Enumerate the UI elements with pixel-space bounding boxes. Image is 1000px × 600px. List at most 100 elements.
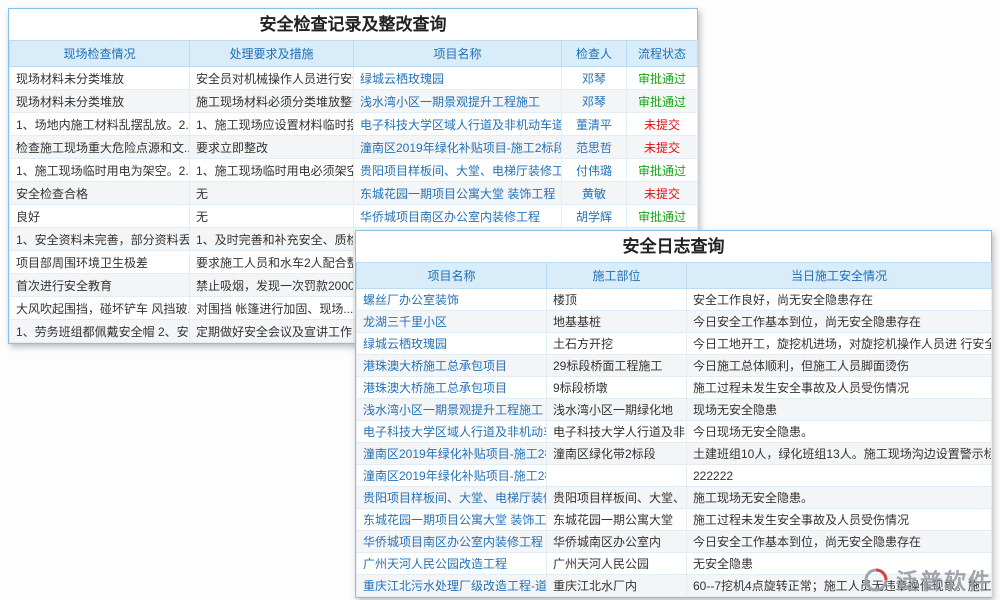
project-link-cell[interactable]: 电子科技大学区域人行道及非机动车道工程 — [354, 113, 562, 136]
table-cell: 重庆江北水厂内 — [547, 575, 687, 597]
table-cell: 今日现场无安全隐患。 — [687, 421, 992, 443]
table-cell: 现场无安全隐患 — [687, 399, 992, 421]
project-link-cell[interactable]: 潼南区2019年绿化补贴项目-施工2标段 — [354, 136, 562, 159]
inspector-cell[interactable]: 邓琴 — [562, 90, 627, 113]
project-link-cell[interactable]: 广州天河人民公园改造工程 — [357, 553, 547, 575]
status-cell: 未提交 — [627, 136, 698, 159]
table-cell: 安全工作良好，尚无安全隐患存在 — [687, 289, 992, 311]
table-cell: 项目部周围环境卫生极差 — [10, 251, 190, 274]
status-cell: 审批通过 — [627, 205, 698, 228]
table-cell: 施工现场无安全隐患。 — [687, 487, 992, 509]
table-cell: 华侨城南区办公室内 — [547, 531, 687, 553]
inspector-cell[interactable]: 范思哲 — [562, 136, 627, 159]
table-cell: 定期做好安全会议及宣讲工作 — [190, 320, 354, 343]
column-header: 流程状态 — [627, 41, 698, 67]
project-link-cell[interactable]: 东城花园一期项目公寓大堂 装饰工程 — [357, 509, 547, 531]
safety-log-query-window: 安全日志查询 项目名称施工部位当日施工安全情况 螺丝厂办公室装饰楼顶安全工作良好… — [355, 230, 992, 598]
table-cell: 施工现场材料必须分类堆放整齐... — [190, 90, 354, 113]
table-row: 1、施工现场临时用电为架空。2...1、施工现场临时用电必须架空...贵阳项目样… — [10, 159, 698, 182]
table-row: 绿城云栖玫瑰园土石方开挖今日工地开工，旋挖机进场，对旋挖机操作人员进 行安全技术… — [357, 333, 992, 355]
status-cell: 审批通过 — [627, 159, 698, 182]
inspector-cell[interactable]: 胡学辉 — [562, 205, 627, 228]
project-link-cell[interactable]: 华侨城项目南区办公室内装修工程 — [357, 531, 547, 553]
table-cell: 安全检查合格 — [10, 182, 190, 205]
table-cell: 首次进行安全教育 — [10, 274, 190, 297]
table-cell: 1、施工现场临时用电为架空。2... — [10, 159, 190, 182]
table-cell: 浅水湾小区一期绿化地 — [547, 399, 687, 421]
table-row: 港珠澳大桥施工总承包项目9标段桥墩施工过程未发生安全事故及人员受伤情况 — [357, 377, 992, 399]
table-row: 安全检查合格无东城花园一期项目公寓大堂 装饰工程黄敏未提交 — [10, 182, 698, 205]
table-row: 现场材料未分类堆放施工现场材料必须分类堆放整齐...浅水湾小区一期景观提升工程施… — [10, 90, 698, 113]
column-header: 项目名称 — [357, 263, 547, 289]
table-row: 良好无华侨城项目南区办公室内装修工程胡学辉审批通过 — [10, 205, 698, 228]
inspector-cell[interactable]: 邓琴 — [562, 67, 627, 90]
table-row: 重庆江北污水处理厂级改造工程-道路修复重庆江北水厂内60--7挖机4点旋转正常；… — [357, 575, 992, 597]
table-cell: 潼南区绿化带2标段 — [547, 443, 687, 465]
inspector-cell[interactable]: 付伟璐 — [562, 159, 627, 182]
project-link-cell[interactable]: 贵阳项目样板间、大堂、电梯厅装修工程 — [354, 159, 562, 182]
project-link-cell[interactable]: 龙湖三千里小区 — [357, 311, 547, 333]
table-cell: 要求施工人员和水车2人配合整... — [190, 251, 354, 274]
table-row: 电子科技大学区域人行道及非机动车道工程电子科技大学人行道及非...今日现场无安全… — [357, 421, 992, 443]
project-link-cell[interactable]: 潼南区2019年绿化补贴项目-施工2标段 — [357, 443, 547, 465]
column-header: 施工部位 — [547, 263, 687, 289]
project-link-cell[interactable]: 港珠澳大桥施工总承包项目 — [357, 377, 547, 399]
project-link-cell[interactable]: 电子科技大学区域人行道及非机动车道工程 — [357, 421, 547, 443]
table-cell: 今日安全工作基本到位，尚无安全隐患存在 — [687, 311, 992, 333]
table-cell: 楼顶 — [547, 289, 687, 311]
project-link-cell[interactable]: 浅水湾小区一期景观提升工程施工 — [354, 90, 562, 113]
table-cell: 29标段桥面工程施工 — [547, 355, 687, 377]
table-cell: 1、施工现场应设置材料临时摆... — [190, 113, 354, 136]
table-cell: 无 — [190, 205, 354, 228]
project-link-cell[interactable]: 绿城云栖玫瑰园 — [354, 67, 562, 90]
table-cell: 无安全隐患 — [687, 553, 992, 575]
table-cell: 1、施工现场临时用电必须架空... — [190, 159, 354, 182]
log-window-title: 安全日志查询 — [356, 231, 991, 262]
status-cell: 未提交 — [627, 113, 698, 136]
table-cell: 今日工地开工，旋挖机进场，对旋挖机操作人员进 行安全技术... — [687, 333, 992, 355]
table-cell: 土石方开挖 — [547, 333, 687, 355]
table-cell: 无 — [190, 182, 354, 205]
table-row: 浅水湾小区一期景观提升工程施工浅水湾小区一期绿化地现场无安全隐患 — [357, 399, 992, 421]
inspector-cell[interactable]: 黄敏 — [562, 182, 627, 205]
table-cell: 9标段桥墩 — [547, 377, 687, 399]
table-cell: 1、及时完善和补充安全、质检... — [190, 228, 354, 251]
project-link-cell[interactable]: 绿城云栖玫瑰园 — [357, 333, 547, 355]
table-row: 东城花园一期项目公寓大堂 装饰工程东城花园一期公寓大堂施工过程未发生安全事故及人… — [357, 509, 992, 531]
table-row: 龙湖三千里小区地基基桩今日安全工作基本到位，尚无安全隐患存在 — [357, 311, 992, 333]
table-cell: 检查施工现场重大危险点源和文... — [10, 136, 190, 159]
log-table-body: 螺丝厂办公室装饰楼顶安全工作良好，尚无安全隐患存在龙湖三千里小区地基基桩今日安全… — [357, 289, 992, 597]
table-cell: 禁止吸烟，发现一次罚款2000... — [190, 274, 354, 297]
table-cell: 东城花园一期公寓大堂 — [547, 509, 687, 531]
column-header: 项目名称 — [354, 41, 562, 67]
table-row: 华侨城项目南区办公室内装修工程华侨城南区办公室内今日安全工作基本到位，尚无安全隐… — [357, 531, 992, 553]
table-row: 贵阳项目样板间、大堂、电梯厅装修工程贵阳项目样板间、大堂、...施工现场无安全隐… — [357, 487, 992, 509]
project-link-cell[interactable]: 贵阳项目样板间、大堂、电梯厅装修工程 — [357, 487, 547, 509]
table-cell: 今日施工总体顺利，但施工人员脚面烫伤 — [687, 355, 992, 377]
table-cell — [547, 465, 687, 487]
table-cell: 贵阳项目样板间、大堂、... — [547, 487, 687, 509]
project-link-cell[interactable]: 重庆江北污水处理厂级改造工程-道路修复 — [357, 575, 547, 597]
status-cell: 审批通过 — [627, 67, 698, 90]
table-row: 港珠澳大桥施工总承包项目29标段桥面工程施工今日施工总体顺利，但施工人员脚面烫伤 — [357, 355, 992, 377]
column-header: 现场检查情况 — [10, 41, 190, 67]
inspector-cell[interactable]: 董清平 — [562, 113, 627, 136]
table-cell: 60--7挖机4点旋转正常；施工人员无违章操作现象。施工队7人在... — [687, 575, 992, 597]
table-cell: 施工过程未发生安全事故及人员受伤情况 — [687, 509, 992, 531]
table-cell: 大风吹起围挡，碰坏铲车 风挡玻... — [10, 297, 190, 320]
table-row: 螺丝厂办公室装饰楼顶安全工作良好，尚无安全隐患存在 — [357, 289, 992, 311]
status-cell: 未提交 — [627, 182, 698, 205]
table-cell: 对围挡 帐篷进行加固、现场... — [190, 297, 354, 320]
project-link-cell[interactable]: 潼南区2019年绿化补贴项目-施工2标段 — [357, 465, 547, 487]
table-row: 潼南区2019年绿化补贴项目-施工2标段潼南区绿化带2标段土建班组10人，绿化班… — [357, 443, 992, 465]
table-cell: 今日安全工作基本到位，尚无安全隐患存在 — [687, 531, 992, 553]
project-link-cell[interactable]: 东城花园一期项目公寓大堂 装饰工程 — [354, 182, 562, 205]
project-link-cell[interactable]: 港珠澳大桥施工总承包项目 — [357, 355, 547, 377]
project-link-cell[interactable]: 螺丝厂办公室装饰 — [357, 289, 547, 311]
table-row: 检查施工现场重大危险点源和文...要求立即整改潼南区2019年绿化补贴项目-施工… — [10, 136, 698, 159]
project-link-cell[interactable]: 浅水湾小区一期景观提升工程施工 — [357, 399, 547, 421]
table-cell: 电子科技大学人行道及非... — [547, 421, 687, 443]
status-cell: 审批通过 — [627, 90, 698, 113]
column-header: 处理要求及措施 — [190, 41, 354, 67]
project-link-cell[interactable]: 华侨城项目南区办公室内装修工程 — [354, 205, 562, 228]
